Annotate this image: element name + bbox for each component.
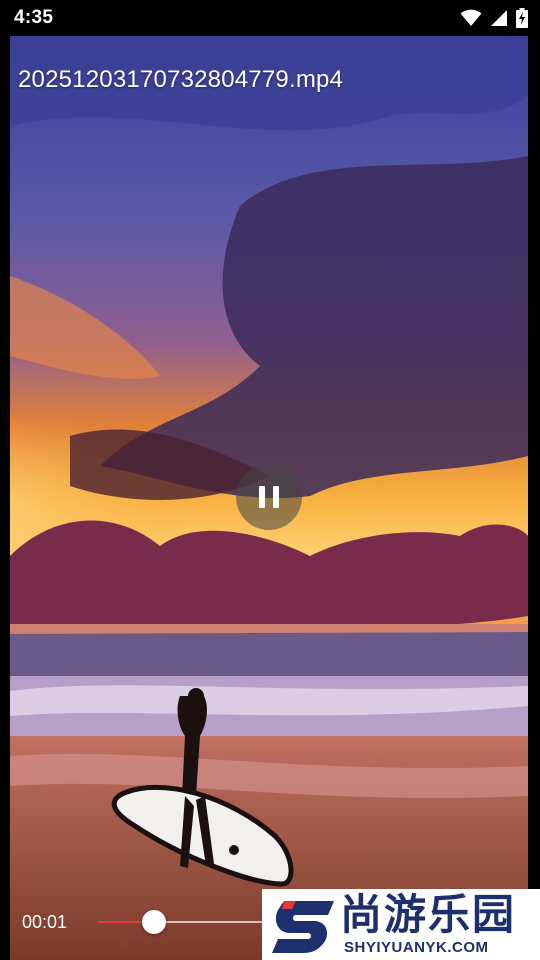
seek-thumb[interactable] xyxy=(142,910,167,934)
current-time: 00:01 xyxy=(22,912,68,932)
watermark-english: SHYIYUANYK.COM xyxy=(344,939,489,956)
s-logo-icon xyxy=(272,901,334,953)
watermark-chinese: 尚游乐园 xyxy=(340,890,517,939)
status-icons xyxy=(460,8,528,28)
seek-bar[interactable] xyxy=(98,910,268,934)
video-file-name: 20251203170732804779.mp4 xyxy=(18,66,344,93)
wifi-icon xyxy=(460,9,482,26)
pause-button[interactable] xyxy=(236,464,302,530)
watermark: 尚游乐园 SHYIYUANYK.COM xyxy=(262,889,540,960)
battery-charging-icon xyxy=(516,8,528,28)
pause-icon xyxy=(259,486,265,508)
cell-signal-icon xyxy=(491,10,507,26)
status-bar: 4:35 xyxy=(0,0,540,36)
pause-icon-bar xyxy=(273,486,279,508)
status-time: 4:35 xyxy=(14,7,54,28)
